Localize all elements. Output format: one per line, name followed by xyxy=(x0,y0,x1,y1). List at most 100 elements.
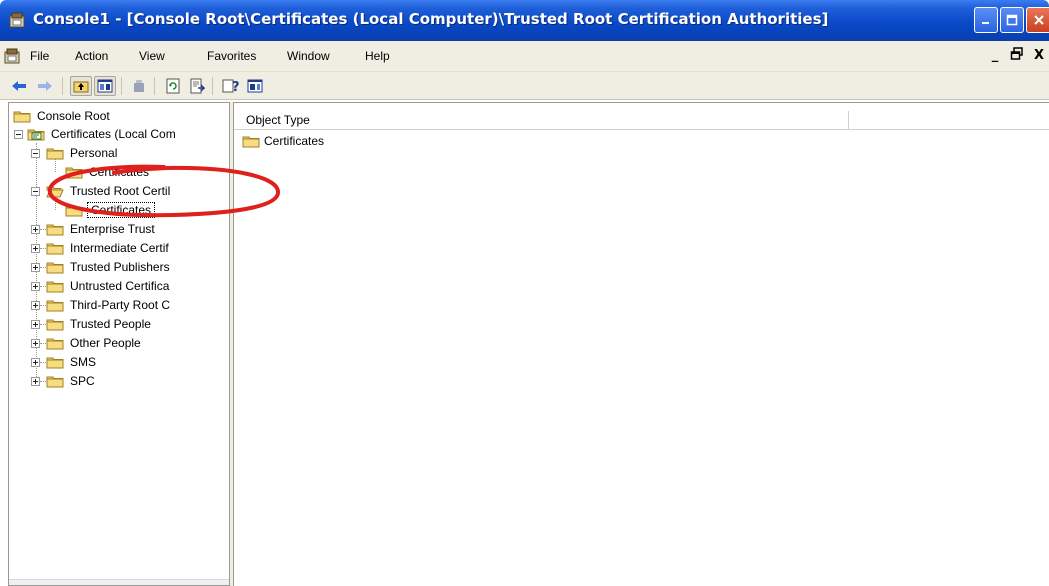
tree-item-label: Certificates xyxy=(87,202,156,218)
show-hide-action-pane-icon xyxy=(247,79,263,93)
mdi-minimize-button[interactable]: _ xyxy=(985,47,1005,65)
tree-item-trusted-root-certification-authorities[interactable]: Trusted Root Certil xyxy=(46,182,172,200)
collapse-toggle[interactable] xyxy=(14,130,23,139)
tree-item-console-root[interactable]: Console Root xyxy=(13,107,112,125)
refresh-icon xyxy=(166,78,180,94)
folder-icon xyxy=(46,281,64,292)
tree-item-trusted-root-certificates[interactable]: Certificates xyxy=(65,201,156,219)
list-item-label: Certificates xyxy=(264,134,325,148)
show-hide-tree-button[interactable] xyxy=(94,76,116,96)
column-header-object-type[interactable]: Object Type xyxy=(234,111,849,130)
menu-window[interactable]: Window xyxy=(287,49,330,63)
expand-toggle[interactable] xyxy=(31,339,40,348)
restore-icon xyxy=(1010,47,1023,60)
console-tree[interactable]: Console Root Certificates (Local Com Per… xyxy=(8,102,230,586)
tree-item-label: SMS xyxy=(70,355,97,369)
tree-item-intermediate-certification-authorities[interactable]: Intermediate Certif xyxy=(46,239,171,257)
tree-item-spc[interactable]: SPC xyxy=(46,372,97,390)
mdi-restore-button[interactable] xyxy=(1007,47,1027,65)
list-column-header: Object Type xyxy=(234,111,1049,130)
tree-item-third-party-root-certification-authorities[interactable]: Third-Party Root C xyxy=(46,296,172,314)
expand-toggle[interactable] xyxy=(31,320,40,329)
tree-item-enterprise-trust[interactable]: Enterprise Trust xyxy=(46,220,157,238)
export-list-icon xyxy=(190,78,205,94)
help-button[interactable]: ? xyxy=(220,76,242,96)
tree-item-label: Trusted People xyxy=(70,317,151,331)
tree-item-trusted-publishers[interactable]: Trusted Publishers xyxy=(46,258,172,276)
delete-button[interactable] xyxy=(128,76,150,96)
folder-icon xyxy=(46,148,64,159)
show-hide-action-pane-button[interactable] xyxy=(244,76,266,96)
toolbar: ? xyxy=(0,72,1049,100)
maximize-button[interactable] xyxy=(1000,7,1024,33)
tree-item-label: Third-Party Root C xyxy=(70,298,171,312)
tree-item-label: Certificates (Local Com xyxy=(51,127,176,141)
export-list-button[interactable] xyxy=(186,76,208,96)
up-one-level-button[interactable] xyxy=(70,76,92,96)
folder-icon xyxy=(13,111,31,122)
expand-toggle[interactable] xyxy=(31,225,40,234)
mmc-console-icon xyxy=(9,12,25,28)
tree-item-label: Trusted Publishers xyxy=(70,260,170,274)
forward-arrow-icon xyxy=(38,81,52,91)
expand-toggle[interactable] xyxy=(31,244,40,253)
expand-toggle[interactable] xyxy=(31,282,40,291)
folder-icon xyxy=(46,224,64,235)
document-window-icon[interactable] xyxy=(4,48,22,64)
certificates-snapin-icon xyxy=(27,129,45,140)
window-title: Console1 - [Console Root\Certificates (L… xyxy=(33,10,829,28)
folder-icon xyxy=(46,262,64,273)
help-icon: ? xyxy=(222,79,240,94)
tree-item-label: Enterprise Trust xyxy=(70,222,155,236)
expand-toggle[interactable] xyxy=(31,358,40,367)
tree-item-sms[interactable]: SMS xyxy=(46,353,98,371)
title-bar[interactable]: Console1 - [Console Root\Certificates (L… xyxy=(0,0,1049,41)
tree-item-label: Certificates xyxy=(89,165,150,179)
forward-button[interactable] xyxy=(34,76,56,96)
folder-icon xyxy=(46,300,64,311)
folder-icon xyxy=(242,136,260,147)
expand-toggle[interactable] xyxy=(31,301,40,310)
tree-item-certificates-local-computer[interactable]: Certificates (Local Com xyxy=(27,125,178,143)
tree-item-label: Other People xyxy=(70,336,141,350)
collapse-toggle[interactable] xyxy=(31,187,40,196)
results-list[interactable]: Object Type Certificates xyxy=(233,102,1049,586)
list-item-certificates[interactable]: Certificates xyxy=(242,134,324,148)
svg-text:?: ? xyxy=(232,80,240,94)
menu-action[interactable]: Action xyxy=(75,49,108,63)
folder-icon xyxy=(65,167,83,178)
close-button[interactable] xyxy=(1026,7,1049,33)
menu-file[interactable]: File xyxy=(30,49,49,63)
expand-toggle[interactable] xyxy=(31,263,40,272)
tree-item-label: Console Root xyxy=(37,109,110,123)
menu-bar: File Action View Favorites Window Help _… xyxy=(0,41,1049,72)
tree-item-untrusted-certificates[interactable]: Untrusted Certifica xyxy=(46,277,171,295)
menu-help[interactable]: Help xyxy=(365,49,390,63)
back-arrow-icon xyxy=(12,81,26,91)
tree-horizontal-scrollbar[interactable] xyxy=(9,579,229,585)
tree-item-other-people[interactable]: Other People xyxy=(46,334,143,352)
folder-icon xyxy=(46,243,64,254)
tree-item-label: Untrusted Certifica xyxy=(70,279,170,293)
tree-item-label: SPC xyxy=(70,374,95,388)
folder-icon xyxy=(65,205,83,216)
back-button[interactable] xyxy=(8,76,30,96)
refresh-button[interactable] xyxy=(162,76,184,96)
minimize-button[interactable] xyxy=(974,7,998,33)
folder-icon xyxy=(46,376,64,387)
folder-icon xyxy=(46,319,64,330)
tree-item-trusted-people[interactable]: Trusted People xyxy=(46,315,153,333)
tree-item-personal[interactable]: Personal xyxy=(46,144,119,162)
open-folder-icon xyxy=(46,186,64,197)
folder-icon xyxy=(46,338,64,349)
menu-view[interactable]: View xyxy=(139,49,165,63)
collapse-toggle[interactable] xyxy=(31,149,40,158)
menu-favorites[interactable]: Favorites xyxy=(207,49,256,63)
minimize-icon xyxy=(982,22,989,24)
show-hide-tree-icon xyxy=(97,79,113,93)
tree-item-personal-certificates[interactable]: Certificates xyxy=(65,163,151,181)
tree-item-label: Trusted Root Certil xyxy=(70,184,171,198)
expand-toggle[interactable] xyxy=(31,377,40,386)
mdi-close-button[interactable]: X xyxy=(1029,47,1049,65)
tree-item-label: Personal xyxy=(70,146,118,160)
